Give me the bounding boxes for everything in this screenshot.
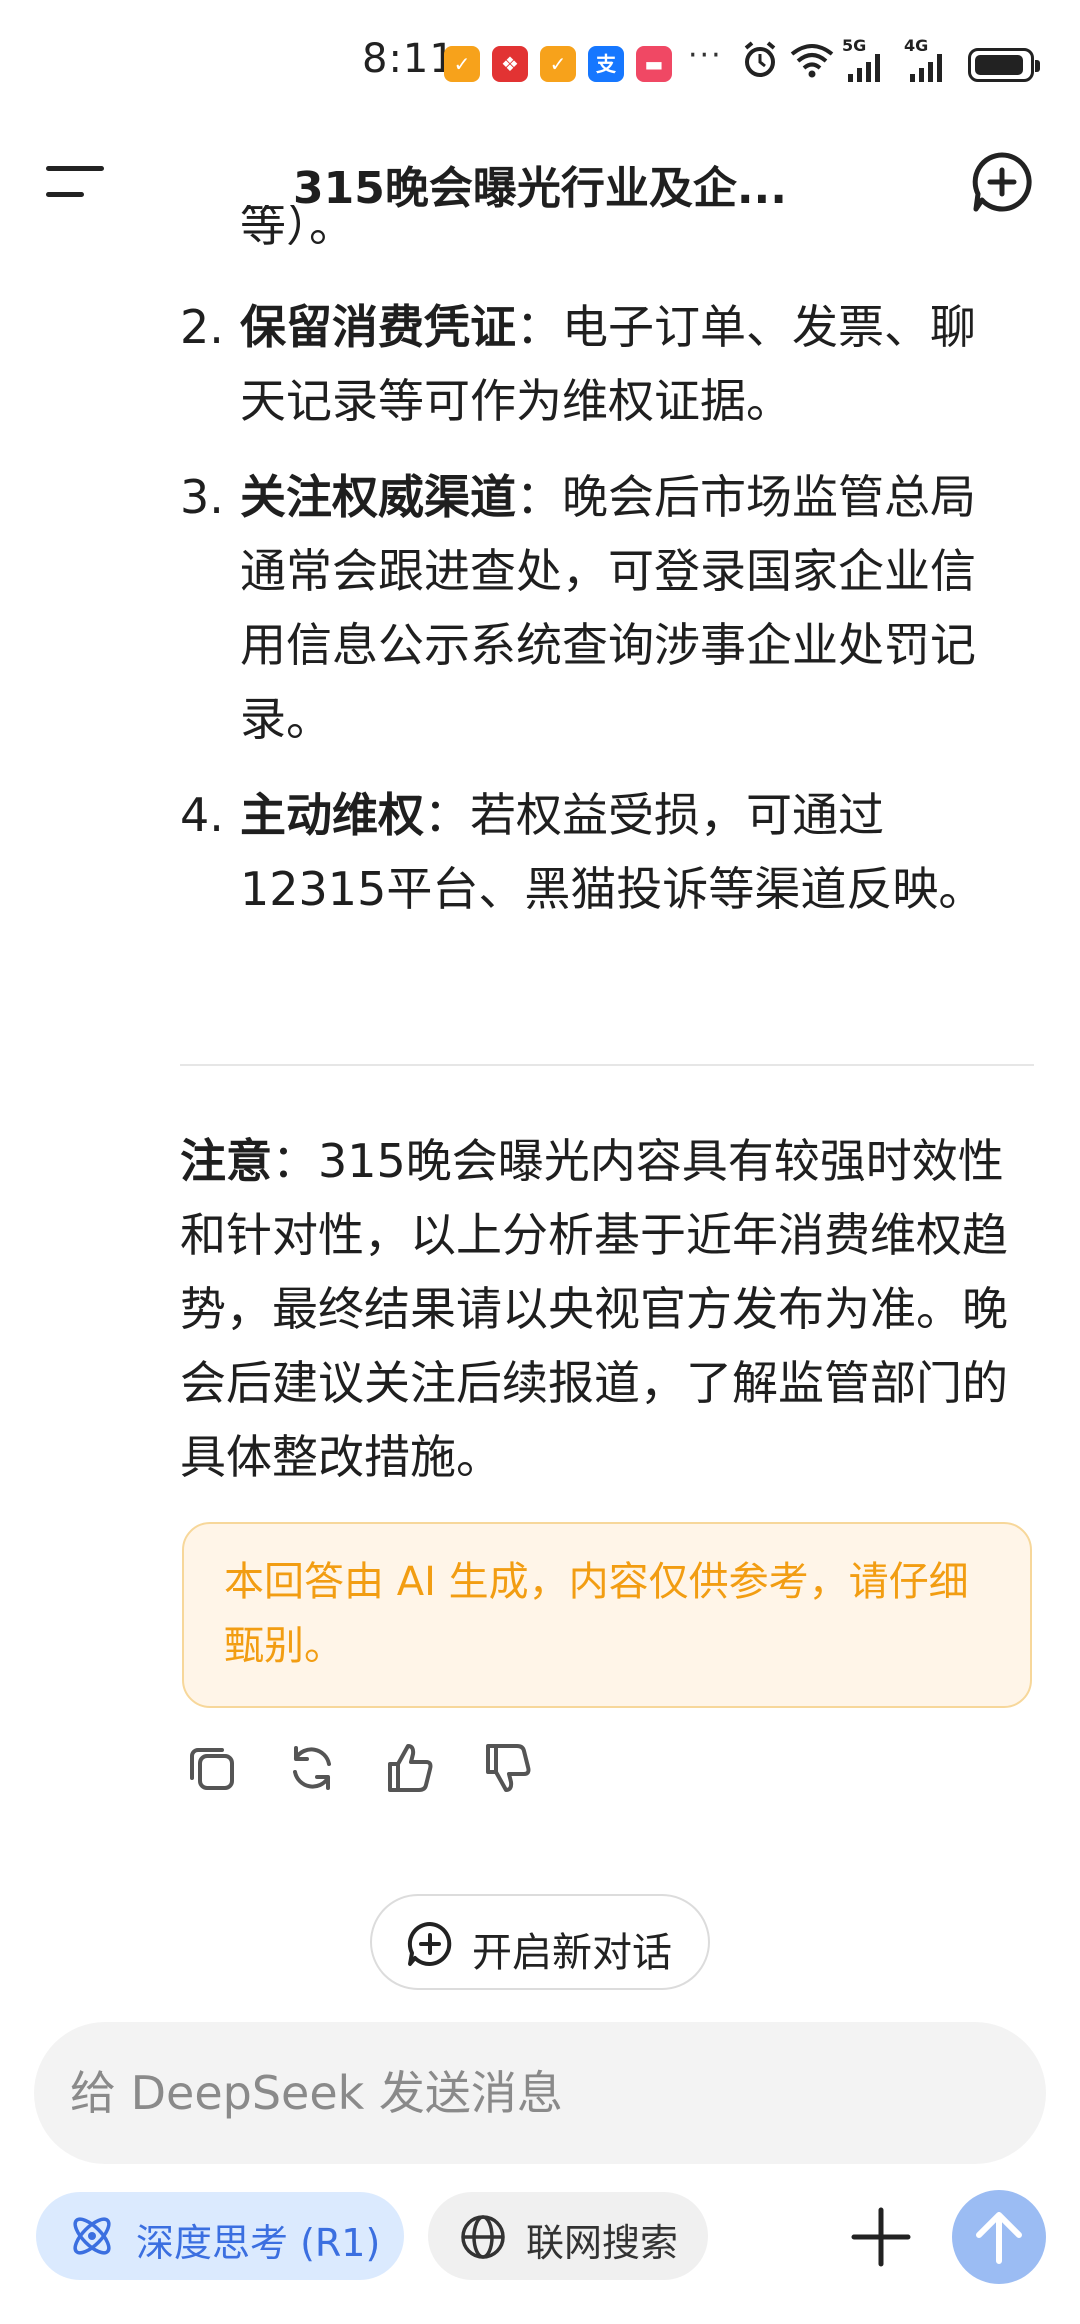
list-number: 2. — [180, 300, 224, 354]
alarm-icon — [744, 41, 776, 77]
web-search-label: 联网搜索 — [526, 2221, 679, 2265]
new-chat-icon — [407, 1921, 452, 1966]
new-chat-icon[interactable] — [970, 150, 1034, 214]
cellular-signal-icon — [848, 54, 880, 82]
attach-plus-icon[interactable] — [848, 2204, 914, 2270]
send-button[interactable] — [952, 2190, 1046, 2284]
notification-app-icon: ▬ — [636, 46, 672, 82]
arrow-up-icon — [976, 2212, 1022, 2264]
divider — [180, 1064, 1034, 1066]
new-conversation-button[interactable]: 开启新对话 — [370, 1894, 710, 1990]
regenerate-icon[interactable] — [284, 1740, 340, 1796]
more-notifications-icon: ··· — [688, 38, 723, 73]
thumbs-up-icon[interactable] — [382, 1740, 438, 1796]
copy-icon[interactable] — [184, 1740, 240, 1796]
ai-disclaimer: 本回答由 AI 生成，内容仅供参考，请仔细甄别。 — [182, 1522, 1032, 1708]
list-number: 4. — [180, 788, 224, 842]
thumbs-down-icon[interactable] — [480, 1740, 536, 1796]
clipped-text-line: 等）。 — [240, 205, 355, 245]
notification-app-icon: ❖ — [492, 46, 528, 82]
alipay-icon: 支 — [588, 46, 624, 82]
list-number: 3. — [180, 470, 224, 524]
deep-think-toggle[interactable]: 深度思考 (R1) — [36, 2192, 404, 2280]
status-bar: 8:11 ✓ ❖ ✓ 支 ▬ ··· 5G 4G — [0, 0, 1080, 120]
message-input[interactable] — [70, 2058, 970, 2128]
note-paragraph: 注意：315晚会曝光内容具有较强时效性和针对性，以上分析基于近年消费维权趋势，最… — [180, 1124, 1030, 1494]
list-item: 4. 主动维权：若权益受损，可通过12315平台、黑猫投诉等渠道反映。 — [180, 778, 1020, 926]
wifi-icon — [790, 44, 834, 78]
message-input-box[interactable] — [34, 2022, 1046, 2164]
status-time: 8:11 — [362, 36, 456, 82]
deep-think-label: 深度思考 (R1) — [136, 2221, 381, 2265]
web-search-toggle[interactable]: 联网搜索 — [428, 2192, 708, 2280]
globe-icon — [461, 2215, 505, 2259]
list-item-heading: 主动维权 — [240, 788, 424, 842]
notification-app-icon: ✓ — [540, 46, 576, 82]
new-conversation-label: 开启新对话 — [472, 1930, 672, 1976]
list-item: 2. 保留消费凭证：电子订单、发票、聊天记录等可作为维权证据。 — [180, 290, 1020, 438]
list-item-heading: 保留消费凭证 — [240, 300, 516, 354]
atom-icon — [73, 2217, 111, 2255]
notification-app-icon: ✓ — [444, 46, 480, 82]
battery-icon — [968, 48, 1040, 82]
message-actions — [184, 1740, 584, 1800]
list-item-heading: 关注权威渠道 — [240, 470, 516, 524]
note-label: 注意 — [180, 1134, 272, 1188]
cellular-signal-icon — [910, 54, 942, 82]
list-item: 3. 关注权威渠道：晚会后市场监管总局通常会跟进查处，可登录国家企业信用信息公示系… — [180, 460, 1020, 756]
menu-icon[interactable] — [46, 162, 106, 202]
answer-list: 2. 保留消费凭证：电子订单、发票、聊天记录等可作为维权证据。 3. 关注权威渠道：… — [180, 290, 1020, 948]
note-text: ：315晚会曝光内容具有较强时效性和针对性，以上分析基于近年消费维权趋势，最终结… — [180, 1134, 1008, 1484]
chat-screen: 8:11 ✓ ❖ ✓ 支 ▬ ··· 5G 4G 315晚会曝光行业及企... … — [0, 0, 1080, 2324]
